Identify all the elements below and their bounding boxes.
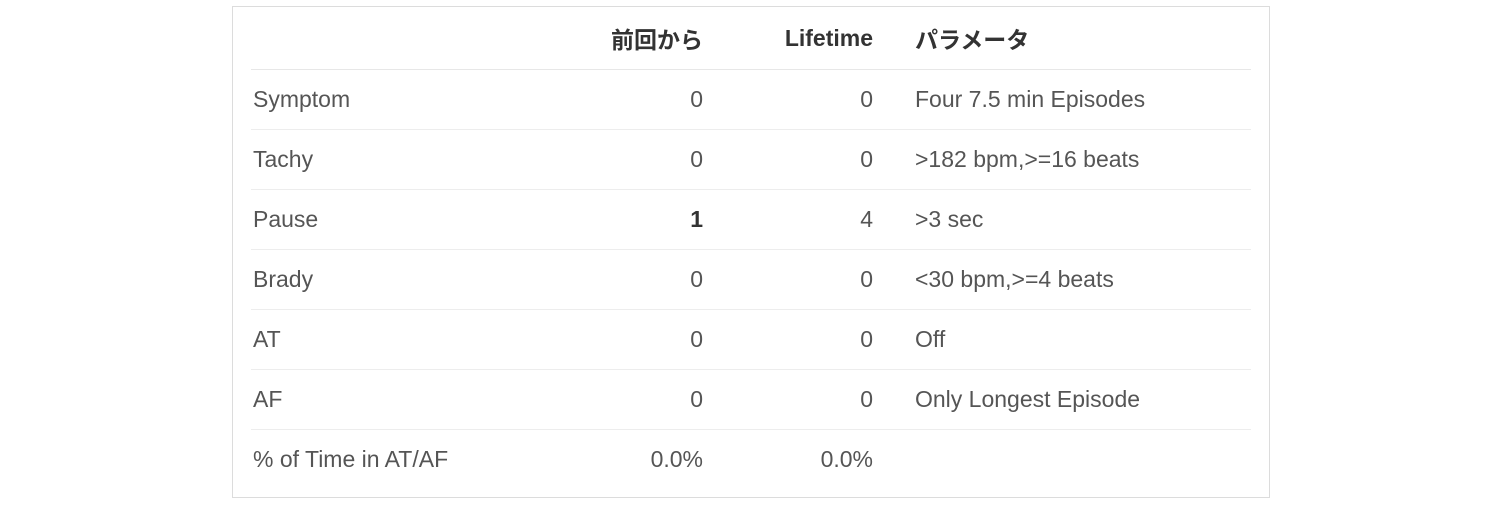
row-label: Symptom: [251, 70, 581, 130]
table-header-row: 前回から Lifetime パラメータ: [251, 7, 1251, 70]
row-since: 0: [581, 250, 721, 310]
table-row: Symptom 0 0 Four 7.5 min Episodes: [251, 70, 1251, 130]
header-lifetime: Lifetime: [721, 7, 891, 70]
row-label: Brady: [251, 250, 581, 310]
row-since: 0: [581, 370, 721, 430]
row-parameter: <30 bpm,>=4 beats: [891, 250, 1251, 310]
row-label: Pause: [251, 190, 581, 250]
row-lifetime: 0: [721, 70, 891, 130]
row-parameter: >182 bpm,>=16 beats: [891, 130, 1251, 190]
row-since: 0: [581, 310, 721, 370]
table-row: AT 0 0 Off: [251, 310, 1251, 370]
header-empty: [251, 7, 581, 70]
row-parameter: Four 7.5 min Episodes: [891, 70, 1251, 130]
row-label: AF: [251, 370, 581, 430]
row-since: 0: [581, 130, 721, 190]
table-row: Tachy 0 0 >182 bpm,>=16 beats: [251, 130, 1251, 190]
header-parameter: パラメータ: [891, 7, 1251, 70]
episode-summary-panel: 前回から Lifetime パラメータ Symptom 0 0 Four 7.5…: [232, 6, 1270, 498]
row-parameter: Only Longest Episode: [891, 370, 1251, 430]
row-label: AT: [251, 310, 581, 370]
row-lifetime: 0.0%: [721, 430, 891, 490]
table-row: AF 0 0 Only Longest Episode: [251, 370, 1251, 430]
row-parameter: >3 sec: [891, 190, 1251, 250]
table-row: Brady 0 0 <30 bpm,>=4 beats: [251, 250, 1251, 310]
row-label: % of Time in AT/AF: [251, 430, 581, 490]
table-row: % of Time in AT/AF 0.0% 0.0%: [251, 430, 1251, 490]
row-label: Tachy: [251, 130, 581, 190]
row-parameter: [891, 430, 1251, 490]
row-lifetime: 0: [721, 310, 891, 370]
row-lifetime: 4: [721, 190, 891, 250]
row-since: 0.0%: [581, 430, 721, 490]
row-since: 0: [581, 70, 721, 130]
row-lifetime: 0: [721, 130, 891, 190]
row-parameter: Off: [891, 310, 1251, 370]
episode-summary-table: 前回から Lifetime パラメータ Symptom 0 0 Four 7.5…: [251, 7, 1251, 489]
row-lifetime: 0: [721, 250, 891, 310]
row-since: 1: [581, 190, 721, 250]
row-lifetime: 0: [721, 370, 891, 430]
header-since: 前回から: [581, 7, 721, 70]
table-row: Pause 1 4 >3 sec: [251, 190, 1251, 250]
page-root: 前回から Lifetime パラメータ Symptom 0 0 Four 7.5…: [0, 0, 1500, 512]
